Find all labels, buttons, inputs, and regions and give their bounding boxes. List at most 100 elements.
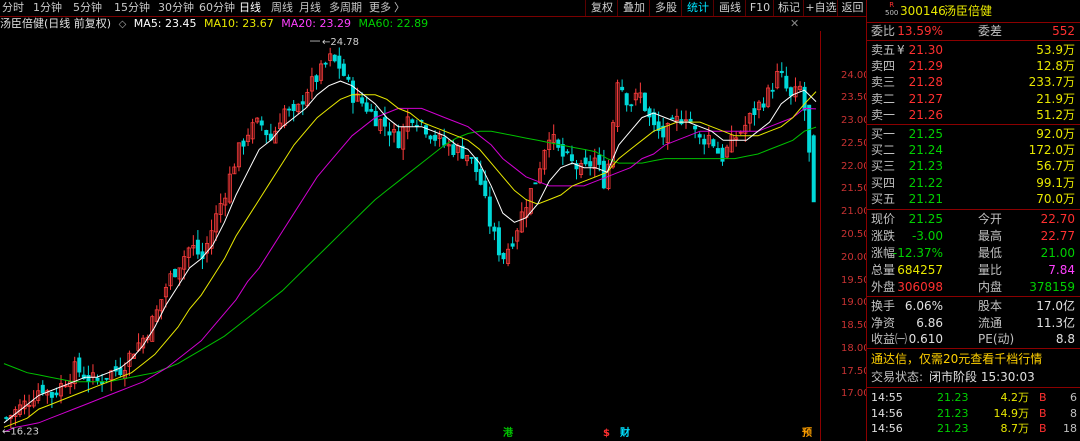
buy-level-row[interactable]: 买三 21.23 56.7万	[867, 158, 1080, 174]
candle-body	[414, 124, 419, 127]
candle-body	[387, 131, 392, 136]
board-badge: R 500	[885, 1, 899, 17]
tick-count: 18	[1063, 422, 1077, 435]
event-marker: 港	[503, 426, 514, 439]
mark-button[interactable]: 标记	[773, 0, 804, 16]
period-tab-1min[interactable]: 1分钟	[33, 1, 62, 15]
tick-volume: 14.9万	[993, 406, 1030, 420]
sell-level-row[interactable]: 卖一 21.26 51.2万	[867, 107, 1080, 123]
quote-value: 378159	[1029, 280, 1075, 294]
candle-body	[560, 144, 565, 157]
period-tab-15min[interactable]: 15分钟	[114, 1, 150, 15]
stat-label: 收益㈠	[871, 332, 908, 346]
trade-tick-row: 14:55 21.23 4.2万 B 6	[867, 390, 1080, 405]
stock-header: R 500 300146 汤臣倍健	[867, 1, 1080, 21]
add-favorite-button[interactable]: +自选	[803, 0, 838, 16]
candle-body	[104, 377, 109, 380]
chart-title: 汤臣倍健(日线 前复权)	[0, 17, 112, 30]
overlay-button[interactable]: 叠加	[617, 0, 650, 16]
stat-label: 股本	[978, 299, 1003, 313]
draw-button[interactable]: 画线	[713, 0, 746, 16]
candle-body	[670, 117, 675, 120]
sell-price: 21.28	[908, 75, 943, 90]
period-tab-timeshare[interactable]: 分时	[2, 1, 24, 15]
f10-button[interactable]: F10	[745, 0, 774, 16]
candle-body	[601, 160, 606, 189]
period-tab-5min[interactable]: 5分钟	[73, 1, 102, 15]
trade-tick-row: 14:56 21.23 14.9万 B 8	[867, 406, 1080, 421]
adjust-button[interactable]: 复权	[585, 0, 618, 16]
candle-body	[711, 139, 716, 147]
tick-count: 8	[1070, 406, 1077, 420]
candle-body	[423, 125, 428, 135]
candle-body	[410, 119, 415, 123]
close-icon[interactable]: ✕	[790, 17, 799, 30]
event-marker: $	[603, 428, 610, 439]
quote-label: 最高	[978, 229, 1003, 243]
quote-label: 涨幅	[871, 246, 896, 260]
candle-body	[510, 243, 515, 247]
candle-body	[569, 154, 574, 162]
period-tab-monthly[interactable]: 月线	[299, 1, 321, 15]
stock-code: 300146	[900, 4, 946, 18]
kline-chart[interactable]: ←24.78 ←16.23 港 $ 财 预	[0, 31, 866, 441]
ma60-label: MA60: 22.89	[358, 17, 429, 30]
period-tab-30min[interactable]: 30分钟	[158, 1, 194, 15]
candle-body	[784, 75, 789, 89]
sell-level-label: 卖四	[871, 59, 896, 74]
candle-body	[583, 157, 588, 165]
buy-level-row[interactable]: 买五 21.21 70.0万	[867, 191, 1080, 207]
ma-legend: 汤臣倍健(日线 前复权) ◇ MA5: 23.45 MA10: 23.67 MA…	[0, 17, 432, 31]
sell-volume: 53.9万	[1036, 43, 1075, 57]
candle-body	[597, 154, 602, 165]
tick-price: 21.23	[937, 422, 969, 435]
candle-body	[501, 252, 506, 260]
candle-body	[647, 108, 652, 118]
buy-volume: 56.7万	[1036, 159, 1075, 174]
sell-level-row[interactable]: 卖四 21.29 12.8万	[867, 58, 1080, 74]
sell-level-row[interactable]: 卖五 ¥21.30 53.9万	[867, 42, 1080, 58]
quote-value: -3.00	[911, 229, 943, 243]
sell-volume: 51.2万	[1036, 107, 1075, 122]
quote-value: 306098	[897, 280, 943, 294]
candle-body	[77, 357, 82, 373]
quote-label: 涨跌	[871, 229, 896, 243]
period-tab-60min[interactable]: 60分钟	[199, 1, 235, 15]
ad-banner[interactable]: 通达信，仅需20元查看千档行情	[867, 350, 1080, 368]
sell-volume: 12.8万	[1036, 59, 1075, 74]
period-tab-daily[interactable]: 日线	[239, 1, 261, 15]
chevron-right-icon[interactable]: 〉	[394, 1, 405, 15]
tick-time: 14:56	[871, 406, 903, 420]
back-button[interactable]: 返回	[837, 0, 867, 16]
sell-level-row[interactable]: 卖二 21.27 21.9万	[867, 91, 1080, 107]
stats-button[interactable]: 统计	[681, 0, 714, 16]
candle-body	[49, 391, 54, 398]
stat-value: 6.86	[916, 315, 943, 330]
candle-body	[752, 108, 757, 115]
event-marker: 财	[619, 426, 630, 439]
quote-value: 22.70	[1040, 212, 1075, 226]
quote-row: 总量 684257 量比 7.84	[867, 262, 1080, 278]
yen-icon: ¥	[897, 43, 905, 57]
sell-volume: 21.9万	[1036, 91, 1075, 106]
buy-level-row[interactable]: 买一 21.25 92.0万	[867, 126, 1080, 142]
event-marker: 预	[802, 427, 812, 439]
buy-level-row[interactable]: 买二 21.24 172.0万	[867, 142, 1080, 158]
candle-body	[487, 196, 492, 227]
buy-volume: 92.0万	[1036, 127, 1075, 141]
quote-label: 现价	[871, 212, 896, 226]
buy-level-label: 买四	[871, 175, 896, 190]
quote-label: 今开	[978, 212, 1003, 226]
period-tab-weekly[interactable]: 周线	[271, 1, 293, 15]
candle-body	[300, 101, 305, 105]
candle-body	[264, 130, 269, 136]
buy-price: 21.25	[908, 127, 943, 141]
sell-level-row[interactable]: 卖三 21.28 233.7万	[867, 74, 1080, 90]
multi-stock-button[interactable]: 多股	[649, 0, 682, 16]
buy-level-row[interactable]: 买四 21.22 99.1万	[867, 175, 1080, 191]
dropdown-icon[interactable]: ◇	[119, 19, 127, 30]
period-tab-multi[interactable]: 多周期	[329, 1, 362, 15]
quote-row: 现价 21.25 今开 22.70	[867, 211, 1080, 227]
candle-body	[533, 182, 538, 185]
period-tab-more[interactable]: 更多	[369, 1, 391, 15]
